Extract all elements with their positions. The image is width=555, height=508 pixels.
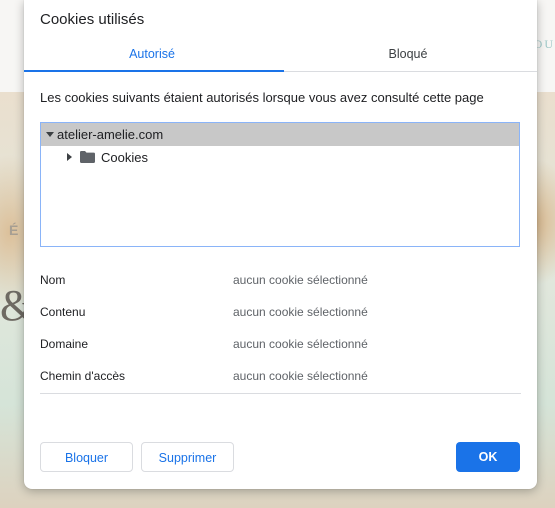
detail-value: aucun cookie sélectionné — [233, 273, 368, 287]
detail-label: Contenu — [40, 305, 86, 319]
detail-row-domain: Domaine aucun cookie sélectionné — [40, 334, 521, 366]
dialog-title: Cookies utilisés — [40, 11, 145, 28]
detail-label: Nom — [40, 273, 66, 287]
collapse-triangle-icon[interactable] — [67, 153, 72, 161]
expand-triangle-icon[interactable] — [46, 132, 54, 137]
detail-value: aucun cookie sélectionné — [233, 305, 368, 319]
detail-row-name: Nom aucun cookie sélectionné — [40, 270, 521, 302]
divider — [40, 393, 521, 394]
tab-blocked[interactable]: Bloqué — [280, 44, 536, 71]
detail-label: Domaine — [40, 337, 89, 351]
detail-value: aucun cookie sélectionné — [233, 369, 368, 383]
tab-bar: Autorisé Bloqué — [24, 44, 537, 72]
tree-item-site[interactable]: atelier-amelie.com — [41, 123, 519, 146]
detail-row-content: Contenu aucun cookie sélectionné — [40, 302, 521, 334]
tab-allowed[interactable]: Autorisé — [24, 44, 284, 72]
tree-item-cookies[interactable]: Cookies — [41, 146, 519, 169]
detail-value: aucun cookie sélectionné — [233, 337, 368, 351]
cookie-details: Nom aucun cookie sélectionné Contenu auc… — [40, 270, 521, 398]
cookie-tree[interactable]: atelier-amelie.com Cookies — [40, 122, 520, 247]
folder-icon — [80, 151, 95, 163]
ok-button[interactable]: OK — [456, 442, 520, 472]
tree-item-cookies-label: Cookies — [101, 150, 148, 165]
tree-item-site-label: atelier-amelie.com — [57, 127, 164, 142]
delete-button[interactable]: Supprimer — [141, 442, 234, 472]
block-button[interactable]: Bloquer — [40, 442, 133, 472]
dialog-description: Les cookies suivants étaient autorisés l… — [40, 90, 484, 105]
cookies-dialog: Cookies utilisés Autorisé Bloqué Les coo… — [24, 0, 537, 489]
detail-label: Chemin d'accès — [40, 369, 125, 383]
background-letter: É — [9, 222, 19, 238]
